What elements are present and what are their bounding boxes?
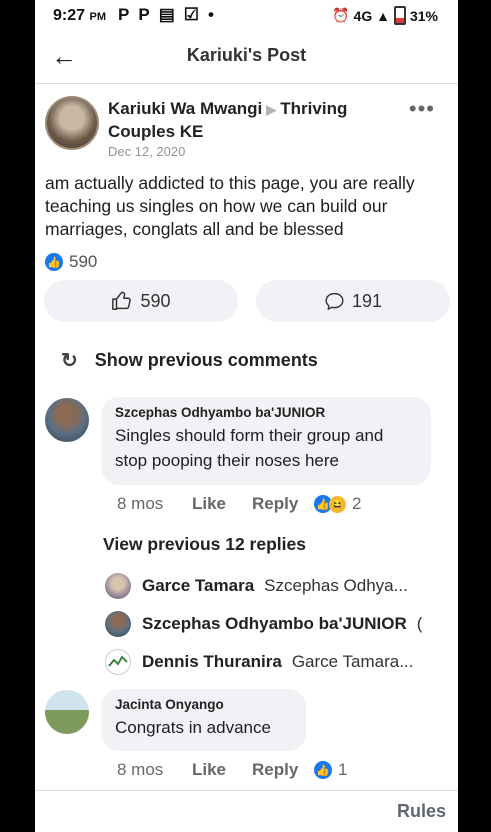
post-body: am actually addicted to this page, you a… — [45, 173, 415, 239]
haha-reaction-icon: 😆 — [329, 495, 346, 513]
comment-time[interactable]: 8 mos — [117, 760, 192, 780]
comment-time[interactable]: 8 mos — [117, 494, 192, 514]
system-icons: ⏰ 4G ▲ 31% — [332, 6, 438, 25]
reply-preview[interactable]: Dennis Thuranira Garce Tamara... — [105, 647, 435, 677]
comment-reaction-count: 1 — [338, 760, 348, 779]
reply-avatar — [105, 649, 131, 675]
alarm-icon: ⏰ — [332, 7, 350, 23]
top-bar: ← Kariuki's Post — [35, 30, 458, 84]
comment-author[interactable]: Szcephas Odhyambo ba'JUNIOR — [115, 405, 417, 420]
status-time-value: 9:27 — [53, 7, 86, 24]
app-screen: 9:27 PM P P ▤ ☑ • ⏰ 4G ▲ 31% ← Kariuki's… — [35, 0, 458, 832]
like-reaction-icon: 👍 — [45, 253, 63, 271]
battery-percent: 31% — [409, 7, 438, 24]
comment-author[interactable]: Jacinta Onyango — [115, 697, 292, 712]
comment-bubble: Szcephas Odhyambo ba'JUNIOR Singles shou… — [101, 397, 431, 485]
post-header: Kariuki Wa Mwangi ▶ Thriving Couples KE De… — [45, 96, 445, 159]
reply-snippet: Garce Tamara... — [291, 652, 414, 671]
comment-bubble: Jacinta Onyango Congrats in advance — [101, 689, 306, 751]
author-avatar[interactable] — [45, 96, 99, 150]
comment-reply-button[interactable]: Reply — [252, 760, 314, 780]
reaction-count: 590 — [69, 252, 98, 271]
reply-author: Szcephas Odhyambo ba'JUNIOR — [142, 614, 407, 633]
reply-preview[interactable]: Garce Tamara Szcephas Odhya... — [105, 571, 435, 601]
p-app-icon: P — [118, 5, 130, 24]
comment-reactions[interactable]: 👍 😆 2 — [314, 494, 361, 514]
bottom-bar: Rules — [35, 790, 458, 832]
reply-avatar — [105, 611, 131, 637]
comment-button[interactable]: 191 — [256, 280, 450, 322]
comment-like-button[interactable]: Like — [192, 494, 252, 514]
comment-text: Congrats in advance — [115, 718, 271, 737]
reply-snippet: ( — [416, 614, 423, 633]
comment-actions: 8 mos Like Reply 👍 1 — [117, 760, 347, 780]
reply-snippet: Szcephas Odhya... — [264, 576, 408, 595]
triangle-right-icon: ▶ — [266, 102, 277, 117]
post-author-line: Kariuki Wa Mwangi ▶ Thriving Couples KE — [108, 98, 388, 143]
view-previous-replies[interactable]: View previous 12 replies — [103, 534, 306, 555]
comment-button-count: 191 — [351, 290, 383, 311]
rules-link[interactable]: Rules — [397, 801, 446, 822]
dot-icon: • — [208, 5, 214, 24]
thumbs-up-icon — [112, 291, 132, 310]
comment-reactions[interactable]: 👍 1 — [314, 760, 347, 780]
chart-line-icon — [108, 655, 128, 667]
like-button[interactable]: 590 — [44, 280, 238, 322]
more-options-icon[interactable]: ••• — [409, 96, 435, 122]
reply-avatar — [105, 573, 131, 599]
reaction-summary[interactable]: 👍 590 — [45, 252, 97, 272]
like-reaction-icon: 👍 — [314, 761, 332, 779]
commenter-avatar[interactable] — [45, 398, 89, 442]
news-icon: ▤ — [158, 5, 175, 24]
comment-actions: 8 mos Like Reply 👍 😆 2 — [117, 494, 361, 514]
comment-reply-button[interactable]: Reply — [252, 494, 314, 514]
commenter-avatar[interactable] — [45, 690, 89, 734]
page-title: Kariuki's Post — [186, 45, 307, 65]
notification-icons: P P ▤ ☑ • — [118, 5, 214, 25]
status-ampm: PM — [89, 11, 106, 23]
comment-reaction-count: 2 — [352, 494, 362, 513]
comment-icon — [325, 292, 344, 310]
show-previous-label: Show previous comments — [94, 350, 318, 370]
post-date[interactable]: Dec 12, 2020 — [108, 144, 185, 159]
comment-like-button[interactable]: Like — [192, 760, 252, 780]
checkbox-icon: ☑ — [183, 5, 199, 24]
signal-icon: 4G ▲ — [353, 7, 390, 24]
status-time: 9:27 PM — [53, 7, 106, 25]
reply-author: Garce Tamara — [142, 576, 255, 595]
refresh-icon: ↻ — [61, 350, 78, 372]
show-previous-comments[interactable]: ↻ Show previous comments — [61, 348, 318, 373]
like-button-count: 590 — [140, 290, 171, 311]
reply-preview[interactable]: Szcephas Odhyambo ba'JUNIOR ( — [105, 609, 435, 639]
battery-icon — [393, 6, 406, 25]
post-author-name[interactable]: Kariuki Wa Mwangi — [108, 99, 262, 118]
status-bar: 9:27 PM P P ▤ ☑ • ⏰ 4G ▲ 31% — [35, 0, 458, 30]
comment-text: Singles should form their group and stop… — [115, 426, 384, 470]
reply-author: Dennis Thuranira — [142, 652, 282, 671]
p-app-icon-2: P — [138, 5, 150, 24]
